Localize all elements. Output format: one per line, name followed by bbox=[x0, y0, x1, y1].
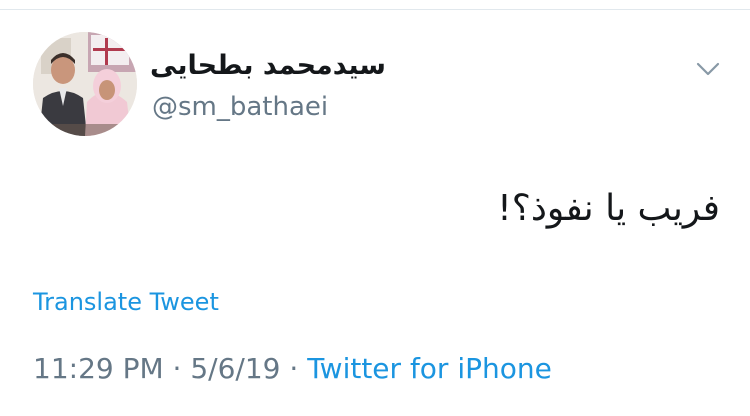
tweet-text: فریب یا نفوذ؟! bbox=[497, 188, 720, 229]
tweet-time: 11:29 PM bbox=[33, 352, 164, 385]
meta-separator: · bbox=[172, 352, 182, 385]
tweet-source-link[interactable]: Twitter for iPhone bbox=[307, 352, 552, 385]
author-handle[interactable]: @sm_bathaei bbox=[152, 92, 328, 122]
tweet-metadata: 11:29 PM · 5/6/19 · Twitter for iPhone bbox=[33, 352, 552, 385]
author-display-name[interactable]: سیدمحمد بطحایی bbox=[150, 50, 386, 81]
top-divider bbox=[0, 9, 750, 10]
translate-tweet-link[interactable]: Translate Tweet bbox=[33, 288, 219, 316]
avatar-photo bbox=[33, 32, 137, 136]
tweet-date: 5/6/19 bbox=[190, 352, 281, 385]
chevron-down-icon[interactable] bbox=[695, 60, 721, 78]
meta-separator: · bbox=[289, 352, 299, 385]
avatar[interactable] bbox=[33, 32, 137, 136]
